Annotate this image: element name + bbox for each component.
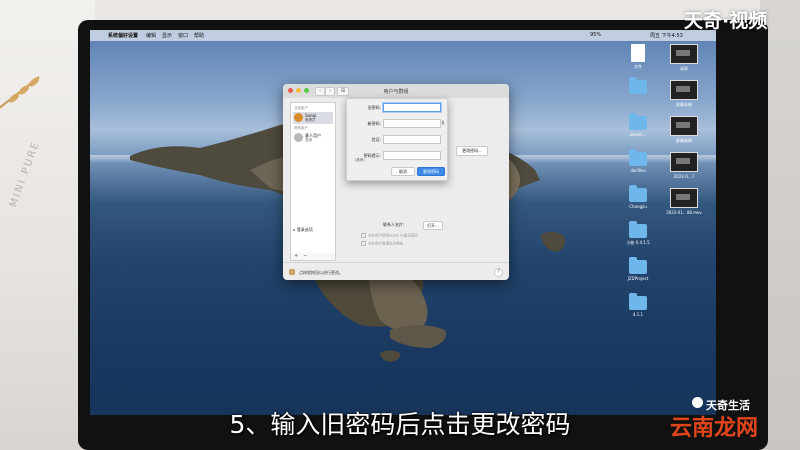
desktop-icon[interactable]: 屏幕录制 bbox=[664, 116, 704, 144]
menu-bar: 系统偏好设置 编辑 显示 窗口 帮助 95% 周五 下午4:53 bbox=[90, 30, 716, 41]
folder-icon bbox=[629, 293, 647, 310]
users-sidebar: 当前用户 Sanqi 管理员 其他用户 客人用户 关闭 ⌂ 登录选项 bbox=[290, 102, 336, 254]
desktop-icon-label: JZDProject bbox=[627, 276, 649, 281]
folder-icon bbox=[629, 149, 647, 166]
login-options-label: 登录选项 bbox=[296, 227, 313, 232]
video-file-icon bbox=[670, 80, 698, 100]
menu-item-view[interactable]: 显示 bbox=[162, 32, 172, 39]
checkbox-label: 允许用户管理这台电脑 bbox=[368, 241, 403, 246]
video-file-icon bbox=[670, 152, 698, 172]
desktop-icon-label: 2022-01...08.mov bbox=[666, 210, 702, 215]
checkbox-admin[interactable]: 允许用户管理这台电脑 bbox=[361, 241, 403, 247]
new-password-field[interactable] bbox=[383, 119, 441, 128]
folder-icon bbox=[629, 77, 647, 94]
mac-desktop: 系统偏好设置 编辑 显示 窗口 帮助 95% 周五 下午4:53 文件 录屏屏幕录… bbox=[90, 30, 716, 415]
old-password-label: 旧密码: bbox=[367, 105, 381, 110]
desktop-icon[interactable]: 4.1.1 bbox=[618, 293, 658, 317]
verify-label: 验证: bbox=[371, 137, 381, 142]
lock-icon[interactable] bbox=[289, 269, 295, 275]
remove-user-button[interactable]: − bbox=[303, 253, 307, 259]
checkbox-apple-id[interactable]: 允许用户使用Apple ID重设密码 bbox=[361, 233, 418, 239]
folder-icon bbox=[629, 185, 647, 202]
confirm-change-password-button[interactable]: 更改密码 bbox=[417, 167, 445, 176]
desktop-icon[interactable]: 文件 bbox=[618, 44, 658, 70]
menu-item-edit[interactable]: 编辑 bbox=[146, 32, 156, 39]
document-icon bbox=[631, 44, 645, 62]
desktop-icon[interactable]: 小曲 0.4.1.5 bbox=[618, 221, 658, 246]
desktop-icon[interactable]: docfiles bbox=[618, 149, 658, 173]
avatar bbox=[294, 133, 303, 142]
wheat-decoration-icon bbox=[0, 76, 40, 109]
change-password-sheet: 旧密码: 新密码: ⚷ 验证: 密码提示: (推荐) 取消 更改密码 bbox=[346, 98, 448, 181]
avatar bbox=[294, 113, 303, 122]
key-icon[interactable]: ⚷ bbox=[441, 120, 445, 126]
desktop-icon[interactable] bbox=[618, 77, 658, 96]
verify-password-field[interactable] bbox=[383, 135, 441, 144]
change-password-button[interactable]: 更改密码... bbox=[456, 146, 488, 156]
add-user-button[interactable]: + bbox=[294, 253, 298, 259]
menu-item-window[interactable]: 窗口 bbox=[178, 32, 188, 39]
window-title: 用户与群组 bbox=[383, 89, 409, 95]
sidebar-section-other: 其他用户 bbox=[294, 126, 308, 130]
desktop-icon[interactable]: Changjiu bbox=[618, 185, 658, 209]
old-password-field[interactable] bbox=[383, 103, 441, 112]
desktop-icon-label: docfiles bbox=[630, 168, 646, 173]
new-password-row: 新密码: ⚷ bbox=[347, 119, 447, 129]
desktop-icon-label: 4.1.1 bbox=[632, 312, 644, 317]
password-hint-label: 密码提示: bbox=[363, 153, 381, 158]
watermark-top: 天奇·视频 bbox=[684, 10, 768, 32]
logo-large-text: 云南龙网 bbox=[670, 416, 759, 441]
folder-icon bbox=[629, 221, 647, 238]
checkbox-label: 允许用户使用Apple ID重设密码 bbox=[368, 233, 418, 238]
checkbox-box bbox=[361, 241, 366, 246]
folder-icon bbox=[629, 113, 647, 130]
verify-row: 验证: bbox=[347, 135, 447, 145]
desktop-icon[interactable]: 屏幕录制 bbox=[664, 80, 704, 108]
desktop-icon-label: 录屏 bbox=[680, 66, 688, 71]
open-contact-button[interactable]: 打开... bbox=[423, 221, 443, 230]
user-item-guest[interactable]: 客人用户 关闭 bbox=[293, 132, 333, 144]
checkbox-box bbox=[361, 233, 366, 238]
video-file-icon bbox=[670, 188, 698, 208]
login-options-item[interactable]: ⌂ 登录选项 bbox=[293, 227, 313, 233]
video-file-icon bbox=[670, 116, 698, 136]
desktop-icon-label: 文件 bbox=[634, 64, 642, 69]
user-role: 管理员 bbox=[305, 118, 316, 122]
desktop-icon-label: 屏幕录制 bbox=[676, 102, 692, 107]
password-hint-field[interactable] bbox=[383, 151, 441, 160]
desktop-icon[interactable]: 录屏 bbox=[664, 44, 704, 72]
lock-hint: 点按锁按钮以进行更改。 bbox=[299, 270, 343, 275]
video-file-icon bbox=[670, 44, 698, 64]
hint-recommended: (推荐) bbox=[355, 158, 365, 162]
user-role: 关闭 bbox=[305, 138, 312, 142]
desktop-icon-label: 屏幕录制 bbox=[676, 138, 692, 143]
logo-icon bbox=[692, 397, 703, 408]
cancel-button[interactable]: 取消 bbox=[391, 167, 415, 176]
battery-percent[interactable]: 95% bbox=[590, 32, 601, 38]
sidebar-section-current: 当前用户 bbox=[294, 106, 308, 110]
folder-icon bbox=[629, 257, 647, 274]
add-remove-buttons: + − bbox=[290, 253, 336, 261]
contact-card-label: 联系人名片: bbox=[383, 222, 405, 227]
user-item-sanqi[interactable]: Sanqi 管理员 bbox=[293, 112, 333, 124]
help-button[interactable]: ? bbox=[494, 268, 503, 277]
menu-app-name[interactable]: 系统偏好设置 bbox=[108, 32, 138, 39]
desktop-icon[interactable]: JZDProject bbox=[618, 257, 658, 281]
window-footer: 点按锁按钮以进行更改。 ? bbox=[283, 262, 509, 281]
desktop-icon[interactable]: 2022-0...7 bbox=[664, 152, 704, 179]
desktop-icon-label: 小曲 0.4.1.5 bbox=[626, 240, 650, 245]
desktop-icon-label: weixin... bbox=[629, 132, 647, 137]
old-password-row: 旧密码: bbox=[347, 103, 447, 113]
desktop-icon-label: 2022-0...7 bbox=[673, 174, 695, 179]
menu-item-help[interactable]: 帮助 bbox=[194, 32, 204, 39]
desktop-icon[interactable]: 2022-01...08.mov bbox=[664, 188, 704, 215]
new-password-label: 新密码: bbox=[367, 121, 381, 126]
window-titlebar[interactable]: ‹ › ⊞ 用户与群组 bbox=[283, 84, 509, 98]
desktop-icon[interactable]: weixin... bbox=[618, 113, 658, 137]
desktop-icon-label: Changjiu bbox=[629, 204, 647, 209]
menu-clock[interactable]: 周五 下午4:53 bbox=[650, 32, 683, 39]
